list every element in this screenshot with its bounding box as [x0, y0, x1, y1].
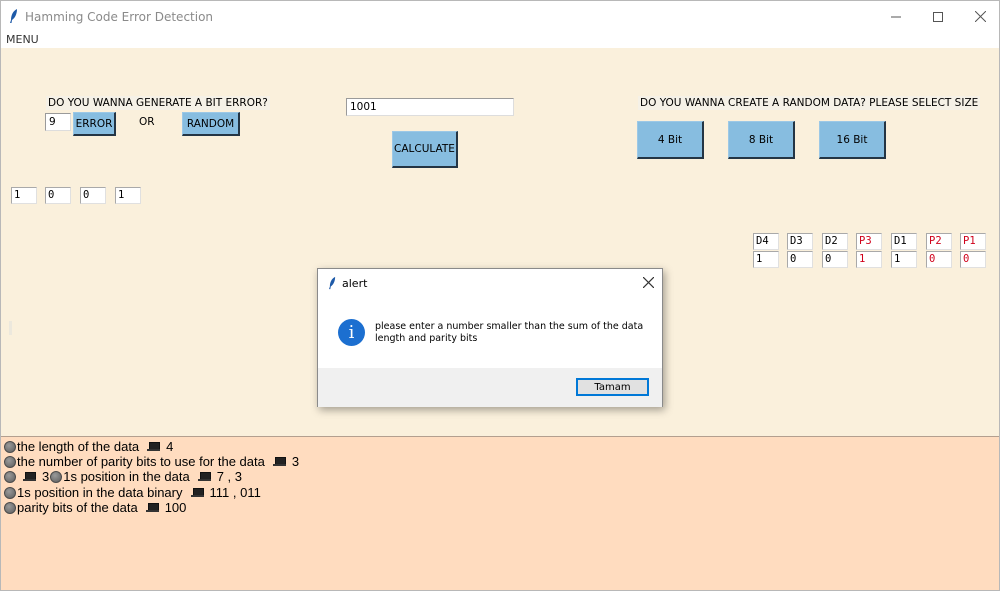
results-panel: the length of the data 4 the number of p… [1, 436, 999, 590]
laptop-icon [190, 487, 204, 498]
16-bit-button[interactable]: 16 Bit [819, 121, 886, 159]
random-button[interactable]: RANDOM [182, 112, 240, 136]
input-bit-cell[interactable]: 0 [45, 187, 71, 204]
info-icon: i [338, 319, 365, 346]
dialog-title: alert [342, 277, 368, 290]
bullet-icon [4, 470, 16, 483]
data-input[interactable]: 1001 [346, 98, 514, 116]
result-line: parity bits of the data 100 [4, 500, 186, 515]
dialog-close-button[interactable] [638, 273, 658, 293]
close-icon [974, 11, 986, 22]
maximize-button[interactable] [915, 1, 961, 32]
bullet-icon [4, 501, 16, 514]
encoded-header-d4: D4 [753, 233, 779, 250]
laptop-icon [272, 456, 286, 467]
encoded-value-cell[interactable]: 0 [960, 251, 986, 268]
ok-button[interactable]: Tamam [576, 378, 649, 396]
maximize-icon [933, 11, 943, 22]
encoded-header-p2: P2 [926, 233, 952, 250]
encoded-value-cell[interactable]: 0 [926, 251, 952, 268]
encoded-header-d3: D3 [787, 233, 813, 250]
error-button[interactable]: ERROR [73, 112, 116, 136]
encoded-header-p1: P1 [960, 233, 986, 250]
minimize-button[interactable] [873, 1, 919, 32]
bit-error-prompt: DO YOU WANNA GENERATE A BIT ERROR? [46, 96, 270, 110]
window-title: Hamming Code Error Detection [25, 10, 214, 24]
encoded-header-p3: P3 [856, 233, 882, 250]
empty-widget [9, 321, 12, 335]
laptop-icon [197, 471, 211, 482]
menu-item-menu[interactable]: MENU [6, 33, 39, 46]
encoded-value-cell[interactable]: 0 [822, 251, 848, 268]
bullet-icon [4, 455, 16, 468]
encoded-value-cell[interactable]: 1 [753, 251, 779, 268]
laptop-icon [23, 471, 36, 482]
encoded-value-cell[interactable]: 1 [856, 251, 882, 268]
minimize-icon [891, 16, 901, 17]
laptop-icon [147, 441, 161, 452]
input-bit-cell[interactable]: 1 [11, 187, 37, 204]
app-window: Hamming Code Error Detection MENU DO YOU… [0, 0, 1000, 591]
dialog-footer: Tamam [318, 368, 662, 407]
encoded-value-cell[interactable]: 0 [787, 251, 813, 268]
close-window-button[interactable] [957, 1, 999, 32]
8-bit-button[interactable]: 8 Bit [728, 121, 795, 159]
result-line: the length of the data 4 [4, 439, 173, 454]
bullet-icon [50, 470, 63, 483]
alert-dialog: alert i please enter a number smaller th… [317, 268, 663, 407]
feather-icon [329, 276, 336, 290]
title-bar: Hamming Code Error Detection [1, 1, 999, 32]
encoded-header-d2: D2 [822, 233, 848, 250]
bullet-icon [4, 440, 16, 453]
bullet-icon [4, 486, 16, 499]
result-line: 3 1s position in the data 7 , 3 [4, 469, 242, 484]
input-bit-cell[interactable]: 0 [80, 187, 106, 204]
result-line: 1s position in the data binary 111 , 011 [4, 485, 261, 500]
laptop-icon [145, 502, 159, 513]
4-bit-button[interactable]: 4 Bit [637, 121, 704, 159]
feather-icon [10, 9, 17, 23]
or-label: OR [139, 116, 155, 128]
encoded-header-d1: D1 [891, 233, 917, 250]
encoded-value-cell[interactable]: 1 [891, 251, 917, 268]
input-bit-cell[interactable]: 1 [115, 187, 141, 204]
dialog-message: please enter a number smaller than the s… [375, 321, 644, 344]
result-line: the number of parity bits to use for the… [4, 454, 299, 469]
calculate-button[interactable]: CALCULATE [392, 131, 458, 168]
menu-bar: MENU [1, 32, 999, 48]
error-position-input[interactable]: 9 [45, 113, 71, 131]
close-icon [642, 276, 654, 289]
random-data-prompt: DO YOU WANNA CREATE A RANDOM DATA? PLEAS… [638, 96, 981, 110]
